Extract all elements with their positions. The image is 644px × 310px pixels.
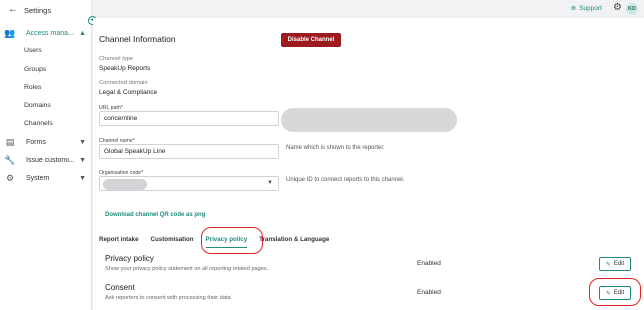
wrench-icon: 🔧 [4, 154, 16, 165]
redacted-org-code [103, 179, 147, 190]
settings-gear-icon[interactable]: ⚙ [613, 2, 622, 13]
channel-type-label: Channel type [99, 56, 134, 62]
sidebar-item-forms[interactable]: ▤ Forms ▼ [4, 135, 88, 149]
arrow-left-icon: ← [8, 4, 18, 15]
connected-domain-value: Legal & Compliance [99, 89, 158, 96]
status-text: Enabled [417, 260, 441, 267]
status-text: Enabled [417, 289, 441, 296]
users-icon: 👥 [4, 27, 16, 38]
document-icon: ▤ [5, 136, 15, 147]
consent-row: Consent Ask reporters to consent with pr… [99, 280, 639, 308]
channel-type-value: SpeakUp Reports [99, 65, 151, 72]
url-path-input[interactable]: concernline [99, 111, 279, 126]
chevron-up-icon: ▲ [79, 29, 86, 37]
redacted-url-preview [281, 108, 457, 132]
chevron-down-icon: ▼ [79, 174, 86, 182]
edit-label: Edit [613, 261, 625, 267]
sidebar: ← Settings 👥 Access mana... ▲ Users Grou… [0, 0, 92, 310]
privacy-policy-row: Privacy policy Show your privacy policy … [99, 251, 639, 279]
tab-customisation[interactable]: Customisation [151, 234, 194, 248]
sidebar-subitem-roles[interactable]: Roles [24, 84, 41, 91]
topbar: ⊕ Support ⚙ KD [93, 0, 644, 18]
sidebar-item-access-management[interactable]: 👥 Access mana... ▲ [4, 26, 88, 40]
org-code-select[interactable]: ▼ [99, 176, 279, 191]
channel-name-hint: Name which is shown to the reporter. [286, 145, 385, 151]
sidebar-subitem-channels[interactable]: Channels [24, 120, 53, 127]
edit-privacy-policy-button[interactable]: ✎ Edit [599, 257, 631, 271]
connected-domain-label: Connected domain [99, 80, 148, 86]
sidebar-item-label: Forms [26, 138, 46, 146]
sidebar-item-issue-customisation[interactable]: 🔧 Issue customi... ▼ [4, 153, 88, 167]
page-title: Channel Information [99, 34, 176, 44]
org-code-hint: Unique ID to connect reports to this cha… [286, 177, 405, 183]
gear-icon: ⚙ [5, 172, 15, 183]
caret-down-icon: ▼ [267, 180, 273, 186]
row-description: Show your privacy policy statement on al… [105, 266, 269, 272]
sidebar-subitem-groups[interactable]: Groups [24, 66, 46, 73]
disable-channel-button[interactable]: Disable Channel [281, 33, 341, 47]
back-label: Settings [24, 5, 52, 15]
sidebar-subitem-domains[interactable]: Domains [24, 102, 51, 109]
tab-report-intake[interactable]: Report intake [99, 234, 139, 248]
pencil-icon: ✎ [605, 261, 611, 268]
main-content: Channel Information Disable Channel Chan… [93, 18, 644, 310]
back-to-settings[interactable]: ← Settings [8, 5, 51, 15]
url-path-value: concernline [104, 115, 138, 122]
support-label: Support [579, 4, 602, 12]
chevron-down-icon: ▼ [79, 138, 86, 146]
support-link[interactable]: ⊕ Support [570, 4, 602, 13]
sidebar-item-system[interactable]: ⚙ System ▼ [4, 171, 88, 185]
row-description: Ask reporters to consent with processing… [105, 295, 231, 301]
chevron-down-icon: ▼ [79, 156, 86, 164]
sidebar-item-label: System [26, 174, 50, 182]
row-title: Privacy policy [105, 254, 154, 263]
highlight-edit-button-annotation [589, 278, 641, 306]
channel-name-input[interactable]: Global SpeakUp Line [99, 144, 279, 159]
avatar[interactable]: KD [626, 3, 638, 15]
tab-translation-language[interactable]: Translation & Language [259, 234, 329, 248]
sidebar-subitem-users[interactable]: Users [24, 47, 42, 54]
sidebar-item-label: Access mana... [26, 29, 74, 37]
highlight-privacy-tab-annotation [201, 227, 263, 254]
channel-name-value: Global SpeakUp Line [104, 148, 166, 155]
sidebar-item-label: Issue customi... [26, 156, 75, 164]
row-title: Consent [105, 283, 135, 292]
help-circle-icon: ⊕ [570, 5, 577, 12]
download-qr-link[interactable]: Download channel QR code as png [105, 212, 205, 218]
